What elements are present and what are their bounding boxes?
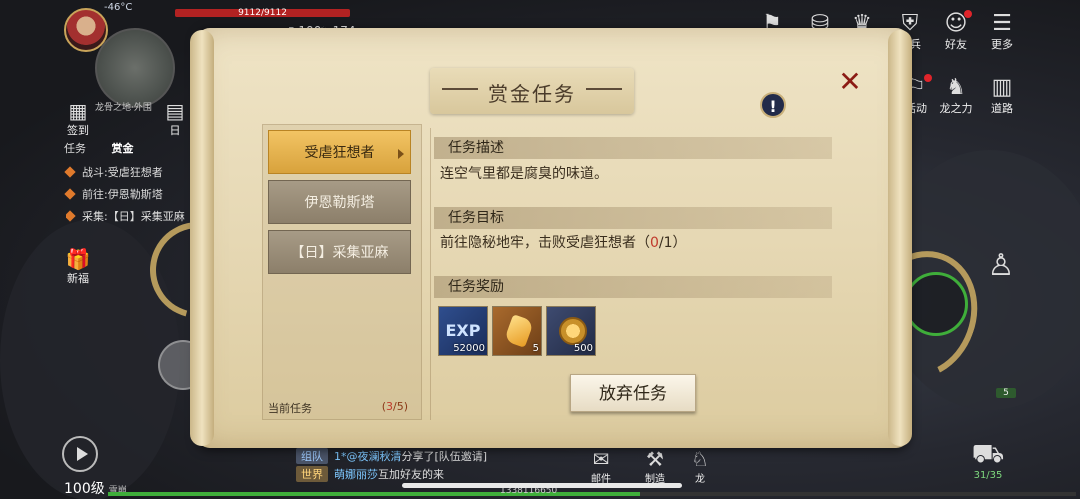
scroll-roll-right [888,30,912,446]
potion-count: 5 [996,388,1016,398]
craft-button[interactable]: ⚒ 制造 [640,448,670,485]
scroll-roll-left [190,30,214,446]
quest-list-item[interactable]: 伊恩勒斯塔 [268,180,411,224]
quest-list-item[interactable]: 【日】采集亚麻 [268,230,411,274]
menu-friends-label: 好友 [945,38,967,51]
new-event-label: 新福 [67,272,89,285]
dragon-label: 龙 [695,474,705,485]
counter-value: 3 [386,400,393,413]
sign-in-label: 签到 [67,124,89,137]
gem-icon [503,314,535,348]
tracked-quest[interactable]: 战斗:受虐狂想者 [64,164,163,180]
reward-count: 500 [573,343,593,354]
menu-dragon-power[interactable]: ♞ 龙之力 [936,76,976,116]
chat-sender[interactable]: 1*@夜澜秋清 [334,450,402,463]
quest-marker-icon [66,210,76,222]
notification-dot [924,74,932,82]
tab-quest[interactable]: 任务 [64,142,86,155]
section-heading: 任务目标 [434,207,832,229]
notification-dot [964,10,972,18]
reward-exp[interactable]: EXP 52000 [438,306,488,356]
chat-sender[interactable]: 萌娜丽莎 [334,468,378,481]
road-icon: ▥ [991,75,1013,100]
quest-tabs: 任务 赏金 [64,140,156,156]
exp-icon: EXP [445,321,481,340]
title-ornament-right [586,88,622,90]
quest-goal-text: 前往隐秘地牢，击败受虐狂想者（ [440,235,650,251]
chat-message: 互加好友的来 [378,468,444,481]
section-heading: 任务奖励 [434,276,832,298]
bag-icon: ⛟ [971,439,1005,469]
daily-label: 日 [169,124,181,137]
chat-line[interactable]: 世界 萌娜丽莎互加好友的来 [296,466,444,482]
daily-button[interactable]: ▤ 日 [160,100,190,138]
exp-bar-fill [108,492,641,496]
info-button[interactable]: ! [760,92,786,118]
chat-channel: 组队 [296,448,328,464]
level-text: 100级 [64,481,105,497]
bag-capacity: 31/35 [973,470,1003,481]
new-event-button[interactable]: 🎁 新福 [56,248,100,286]
current-quest-label: 当前任务 [268,402,312,415]
counter-rest: /5) [393,400,408,413]
tracked-quest-label: 采集:【日】采集亚麻 [82,210,185,223]
reward-coin[interactable]: 500 [546,306,596,356]
craft-icon: ⚒ [646,447,664,471]
menu-more-label: 更多 [991,38,1013,51]
tracked-quest[interactable]: 采集:【日】采集亚麻 [66,208,192,224]
current-quest-count: 当前任务 (3/5) [268,400,408,416]
close-button[interactable]: ✕ [836,68,864,96]
coin-icon [559,317,587,345]
tracked-quest-label: 战斗:受虐狂想者 [82,166,163,179]
figure-icon: ♙ [987,248,1015,283]
dialog-title: 赏金任务 [488,82,576,106]
reward-count: 52000 [453,343,485,354]
more-icon: ☰ [992,11,1012,36]
quest-goal-total: /1） [658,235,687,251]
abandon-quest-button[interactable]: 放弃任务 [570,374,696,412]
sign-in-button[interactable]: ▦ 签到 [56,100,100,138]
home-indicator[interactable] [402,483,682,488]
menu-more[interactable]: ☰ 更多 [982,12,1022,52]
quest-goal: 前往隐秘地牢，击败受虐狂想者（0/1） [440,232,687,252]
section-heading: 任务描述 [434,137,832,159]
calendar-icon: ▦ [68,99,88,123]
mail-button[interactable]: ✉ 邮件 [586,448,616,485]
exp-bar [108,492,1076,496]
minimap[interactable] [95,28,175,108]
chat-line[interactable]: 组队 1*@夜澜秋清分享了[队伍邀请] [296,448,487,464]
chat-message: 分享了[队伍邀请] [401,450,488,463]
auto-play-button[interactable] [62,436,98,472]
quest-goal-progress: 0 [650,235,659,251]
dragon-head-icon: ♘ [691,447,709,471]
tracked-quest-label: 前往:伊恩勒斯塔 [82,188,163,201]
menu-friends[interactable]: ☺ 好友 [936,10,976,52]
dragon-button[interactable]: ♘ 龙 [688,448,712,485]
dialog-title-plate: 赏金任务 [430,68,634,114]
quest-marker-icon [64,166,76,178]
book-icon: ▤ [165,99,185,123]
reward-count: 5 [532,343,539,354]
quest-description: 连空气里都是腐臭的味道。 [440,166,608,182]
quest-list-item[interactable]: 受虐狂想者 [268,130,411,174]
gift-icon: 🎁 [65,247,91,271]
tracked-quest[interactable]: 前往:伊恩勒斯塔 [64,186,163,202]
hp-text: 9112/9112 [238,8,287,18]
bag-button[interactable]: ⛟ 31/35 [966,440,1010,481]
chat-channel: 世界 [296,466,328,482]
quest-marker-icon [64,188,76,200]
menu-road-label: 道路 [991,102,1013,115]
mail-icon: ✉ [592,447,610,471]
map-name: 龙骨之地·外围 [95,103,152,113]
menu-dragon-power-label: 龙之力 [939,102,973,115]
reward-gem[interactable]: 5 [492,306,542,356]
temperature-readout: -46°C [104,2,133,13]
current-quest-counter: (3/5) [382,400,408,413]
tab-bounty[interactable]: 赏金 [112,142,134,155]
dragon-icon: ♞ [946,75,966,100]
character-icon[interactable]: ♙ [986,246,1016,286]
menu-road[interactable]: ▥ 道路 [982,76,1022,116]
